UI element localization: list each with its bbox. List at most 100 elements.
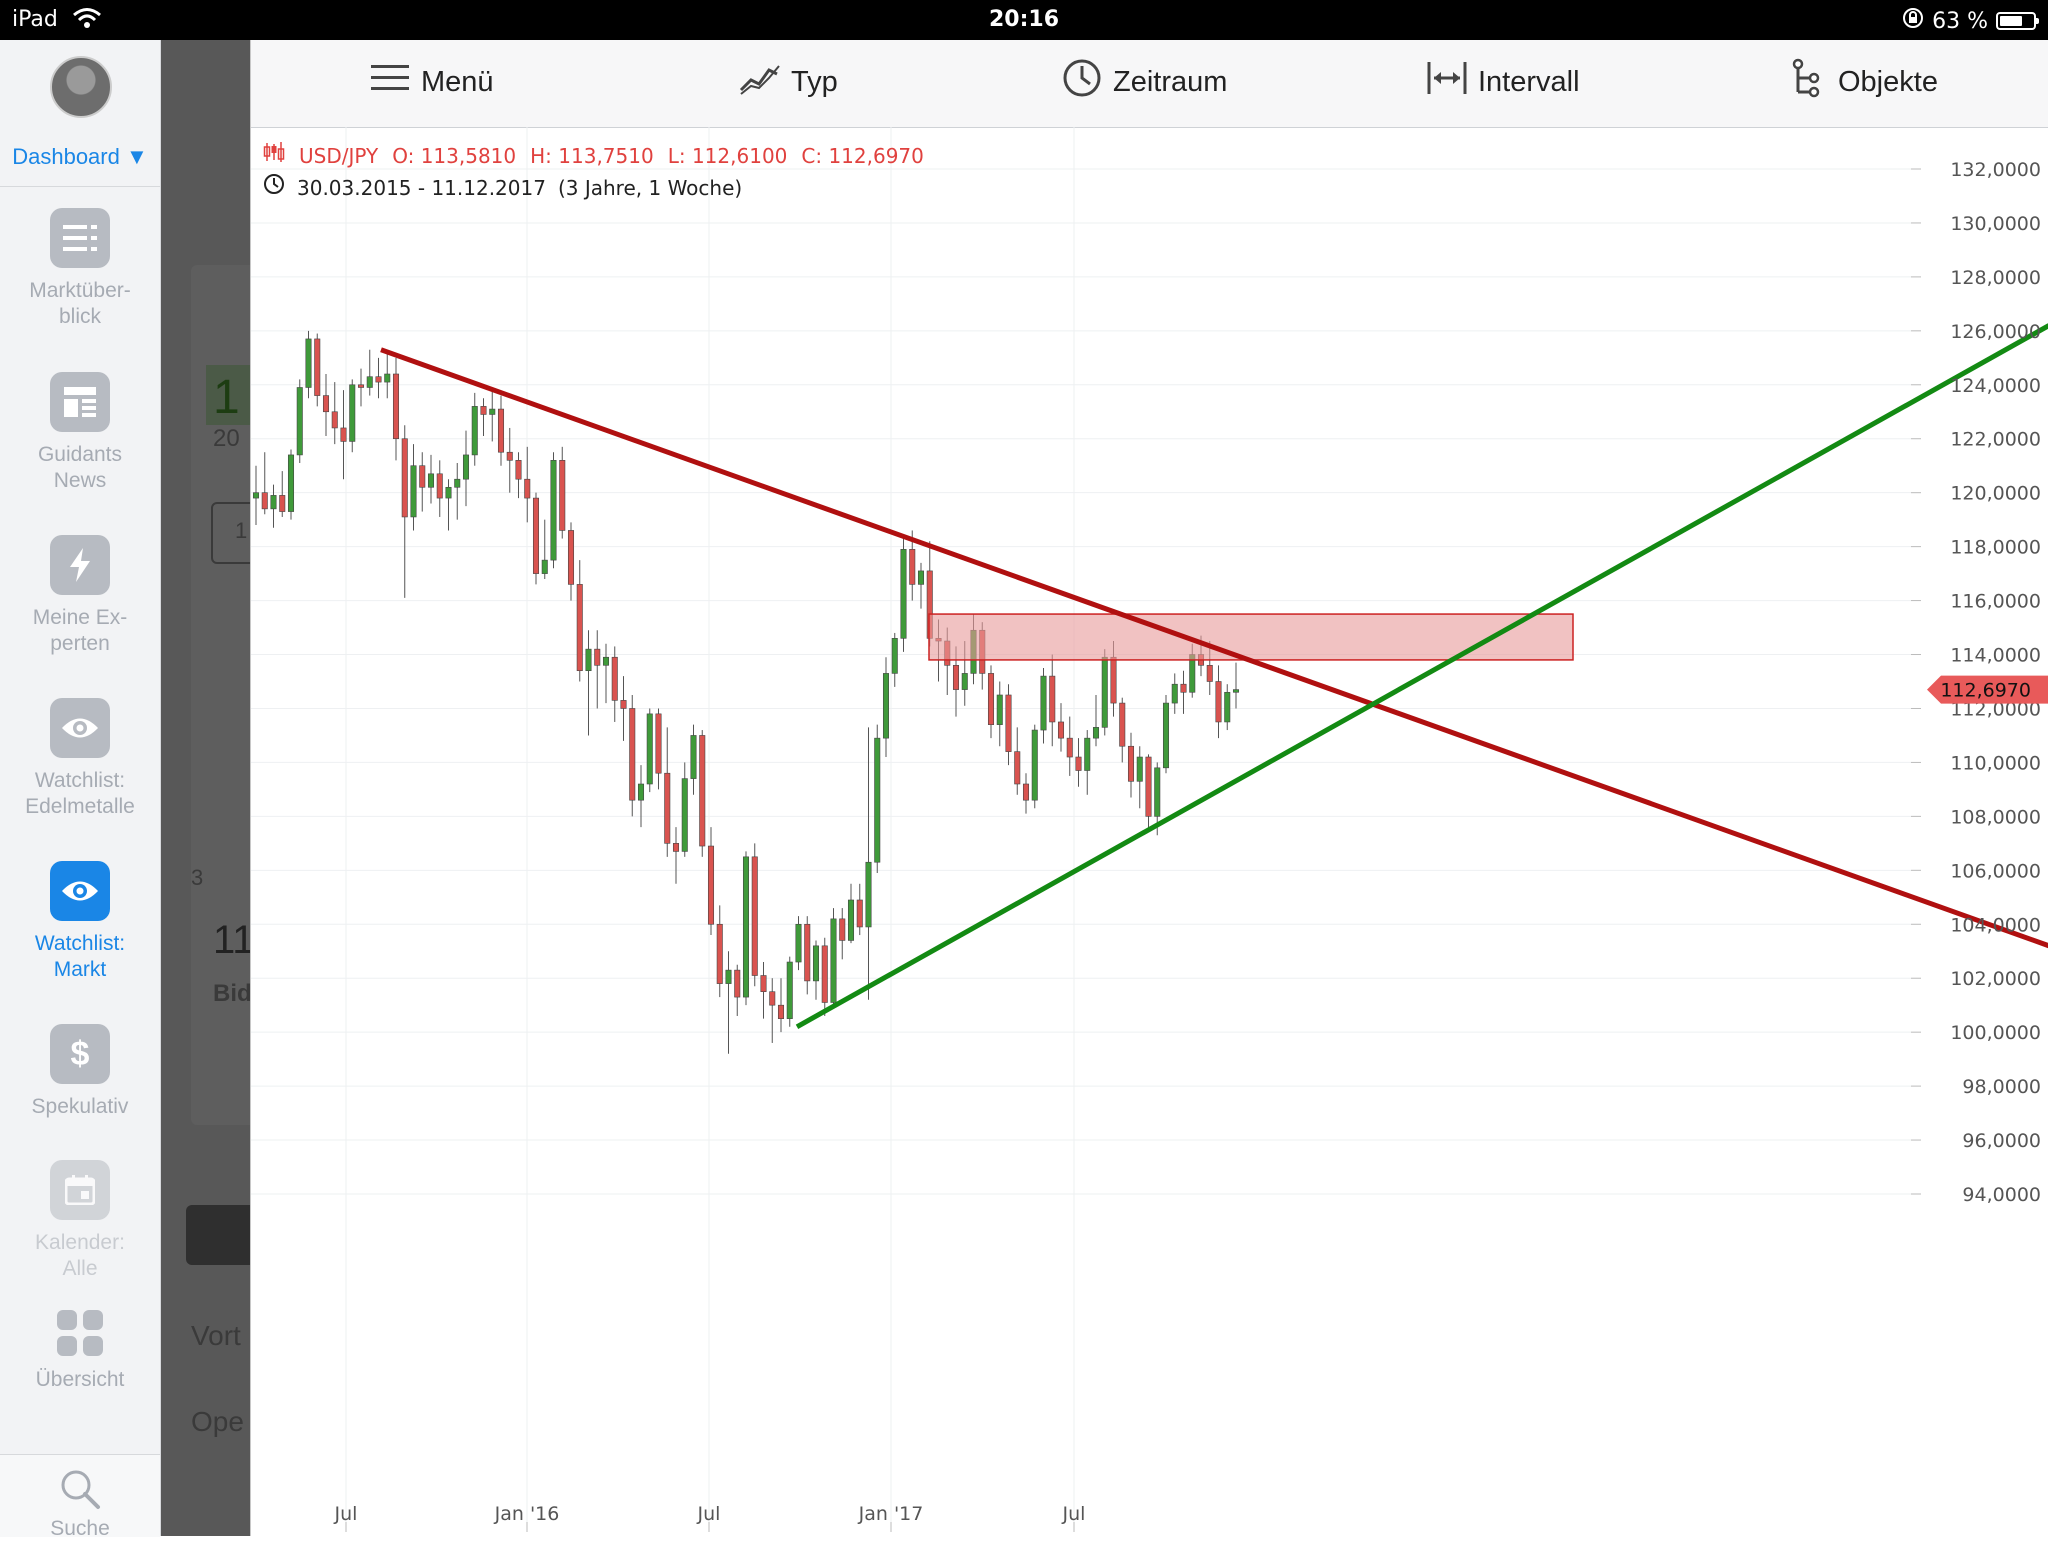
sidebar-item-watchlist-markt[interactable]: Watchlist: Markt	[0, 861, 160, 986]
period-label: Zeitraum	[1113, 65, 1228, 98]
candle-body	[506, 451, 513, 461]
interval-button[interactable]: Intervall	[1426, 62, 1580, 102]
candle-body	[1215, 681, 1222, 723]
candle-body	[961, 673, 968, 690]
sidebar-item-label: Meine Ex- perten	[32, 606, 128, 655]
candle-body	[349, 384, 356, 442]
candle-body	[917, 570, 925, 585]
candle-body	[1101, 656, 1108, 728]
y-tick-label: 120,0000	[1950, 483, 2041, 505]
candle-body	[1171, 683, 1178, 704]
sidebar-item-label: Marktüber- blick	[29, 279, 131, 328]
calendar-icon	[50, 1160, 110, 1220]
y-tick-label: 104,0000	[1950, 914, 2041, 936]
chart-toolbar: Menü Typ Zeitraum Intervall Objekte	[251, 40, 2048, 128]
candle-body	[1206, 665, 1213, 682]
sidebar-item-label: Guidants News	[37, 443, 123, 492]
candle-body	[462, 454, 470, 480]
resistance-zone	[928, 613, 1574, 661]
candle-body	[655, 713, 662, 774]
candle-body	[804, 923, 811, 982]
search-button[interactable]: Suche	[0, 1454, 160, 1540]
lightning-icon	[50, 535, 110, 595]
menu-button[interactable]: Menü	[369, 62, 494, 102]
candle-body	[795, 923, 802, 963]
dimmed-background-panel: 1 20 1 3 11 Bid Vort Ope	[161, 40, 250, 1536]
candle-body	[1145, 756, 1152, 817]
overview-label: Übersicht	[35, 1368, 125, 1391]
y-tick-label: 130,0000	[1950, 213, 2041, 235]
candle-body	[1040, 675, 1047, 731]
rotation-lock-icon	[1902, 7, 1924, 35]
clock-icon	[263, 172, 285, 204]
sidebar-item-guidants-news[interactable]: Guidants News	[0, 372, 160, 497]
candle-body	[471, 406, 478, 456]
candle-body	[585, 648, 592, 672]
candle-body	[672, 843, 680, 852]
sidebar-item-label: Watchlist: Edelmetalle	[25, 769, 135, 818]
sidebar-item-watchlist-edelmetalle[interactable]: Watchlist: Edelmetalle	[0, 698, 160, 823]
sidebar-item-marktueberblick[interactable]: Marktüber- blick	[0, 208, 160, 333]
candle-body	[314, 338, 321, 396]
clock-icon	[1061, 58, 1103, 106]
candle-body	[331, 411, 338, 429]
candle-body	[1136, 756, 1143, 782]
candle-body	[847, 899, 855, 941]
candle-body	[716, 923, 723, 984]
period-button[interactable]: Zeitraum	[1061, 59, 1228, 102]
candle-body	[777, 1004, 785, 1019]
avatar[interactable]	[50, 56, 112, 118]
candle-body	[707, 845, 715, 925]
candle-body	[296, 387, 303, 456]
y-tick-label: 96,0000	[1962, 1130, 2041, 1152]
candle-body	[559, 460, 566, 531]
dashboard-dropdown[interactable]: Dashboard ▼	[0, 144, 160, 170]
x-tick-label: Jul	[334, 1503, 358, 1525]
caret-down-icon: ▼	[125, 144, 148, 169]
sidebar-item-meine-experten[interactable]: Meine Ex- perten	[0, 535, 160, 660]
y-tick-label: 128,0000	[1950, 267, 2041, 289]
candle-body	[401, 438, 408, 518]
candle-body	[357, 384, 365, 388]
list-icon	[50, 208, 110, 268]
chart-info: USD/JPY O: 113,5810 H: 113,7510 L: 112,6…	[263, 140, 924, 204]
candle-body	[419, 465, 426, 488]
candle-body	[646, 713, 653, 785]
symbol: USD/JPY	[299, 144, 379, 168]
candle-body	[690, 735, 697, 779]
y-tick-label: 102,0000	[1950, 968, 2041, 990]
candle-body	[681, 778, 688, 852]
y-tick-label: 100,0000	[1950, 1022, 2041, 1044]
candle-body	[1092, 727, 1100, 739]
objects-button[interactable]: Objekte	[1786, 58, 1938, 102]
candle-body	[375, 376, 382, 383]
candle-body	[821, 945, 828, 1003]
candle-body	[1014, 751, 1021, 785]
candle-body	[629, 708, 636, 801]
status-right: 63 %	[1902, 7, 2039, 35]
close-value: C: 112,6970	[801, 144, 924, 168]
x-tick-label: Jul	[1062, 1503, 1086, 1525]
price-chart[interactable]: 132,0000 130,0000 128,0000 126,0000 124,0000…	[251, 127, 2048, 1536]
candle-body	[515, 460, 522, 480]
ohlc-line: USD/JPY O: 113,5810 H: 113,7510 L: 112,6…	[263, 140, 924, 172]
eye-icon	[50, 861, 110, 921]
sidebar-item-spekulativ[interactable]: $ Spekulativ	[0, 1024, 160, 1149]
candle-body	[751, 856, 758, 976]
low-value: L: 112,6100	[667, 144, 788, 168]
type-button[interactable]: Typ	[739, 62, 838, 102]
overview-button[interactable]: Übersicht	[0, 1310, 160, 1392]
candle-body	[322, 395, 330, 413]
candle-body	[524, 478, 531, 499]
candle-body	[1049, 675, 1056, 723]
candle-body	[1084, 737, 1091, 771]
search-label: Suche	[50, 1517, 110, 1540]
y-tick-label: 132,0000	[1950, 159, 2041, 181]
sidebar-item-kalender-alle[interactable]: Kalender: Alle	[0, 1160, 160, 1285]
candle-body	[1232, 689, 1240, 693]
candle-body	[270, 495, 277, 510]
candle-body	[436, 473, 443, 499]
line-chart-icon	[739, 58, 781, 106]
candle-body	[1224, 691, 1231, 723]
chart-panel: Menü Typ Zeitraum Intervall Objekte 132,…	[250, 40, 2048, 1536]
